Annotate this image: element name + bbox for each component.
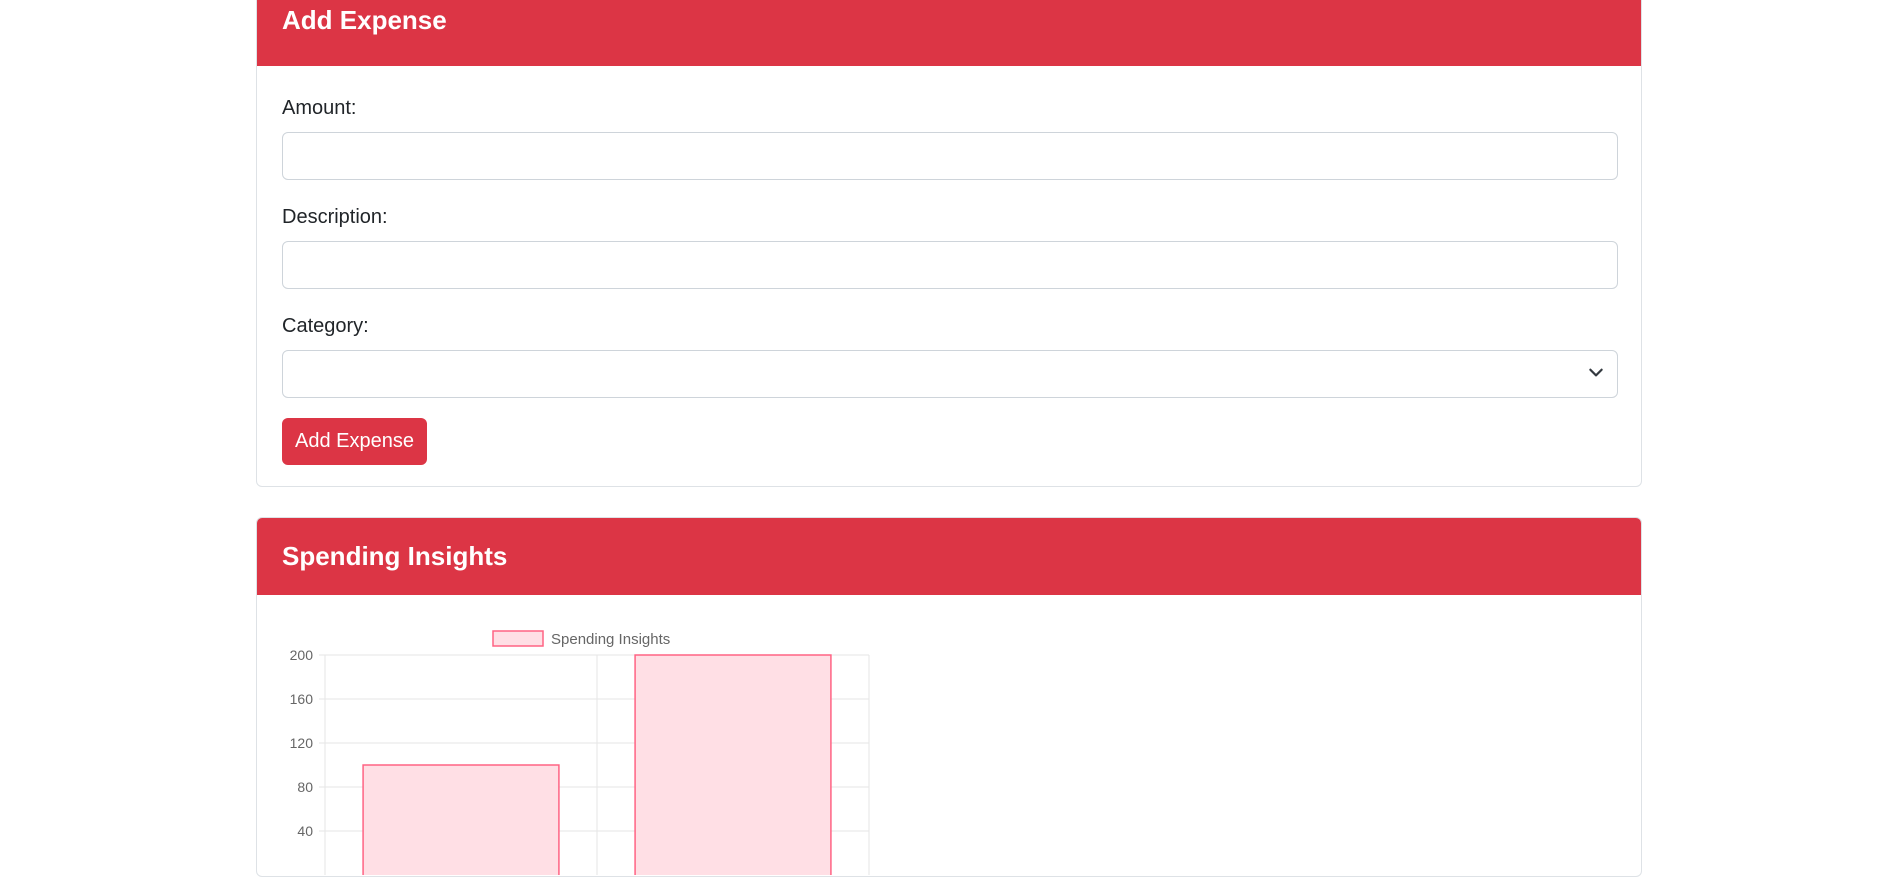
chart-legend[interactable]: Spending Insights — [492, 630, 670, 648]
category-select[interactable] — [282, 350, 1618, 398]
y-tick-label: 200 — [290, 647, 314, 663]
description-input[interactable] — [282, 241, 1618, 289]
add-expense-title: Add Expense — [282, 5, 447, 35]
spending-insights-title: Spending Insights — [282, 541, 508, 571]
chart-y-ticks: 200 160 120 80 40 — [290, 647, 314, 839]
category-label: Category: — [282, 315, 369, 337]
legend-label: Spending Insights — [551, 631, 670, 648]
legend-swatch — [492, 630, 544, 647]
add-expense-header: Add Expense — [257, 0, 1641, 66]
amount-label: Amount: — [282, 97, 357, 119]
chart-bar[interactable] — [634, 654, 832, 876]
spending-insights-header: Spending Insights — [257, 518, 1641, 595]
spending-insights-card: Spending Insights 200 160 120 80 40 Spending… — [256, 517, 1642, 877]
chart-bar[interactable] — [362, 764, 560, 876]
add-expense-card: Add Expense Amount: Description: Categor… — [256, 0, 1642, 487]
amount-input[interactable] — [282, 132, 1618, 180]
spending-chart: 200 160 120 80 40 Spending Insights — [257, 595, 957, 876]
y-tick-label: 120 — [290, 735, 314, 751]
spending-chart-svg: 200 160 120 80 40 Spending Insights — [290, 630, 870, 876]
y-tick-label: 80 — [297, 779, 313, 795]
add-expense-button[interactable]: Add Expense — [282, 418, 427, 465]
chevron-down-icon — [1589, 368, 1603, 377]
description-label: Description: — [282, 206, 388, 228]
y-tick-label: 40 — [297, 823, 313, 839]
y-tick-label: 160 — [290, 691, 314, 707]
